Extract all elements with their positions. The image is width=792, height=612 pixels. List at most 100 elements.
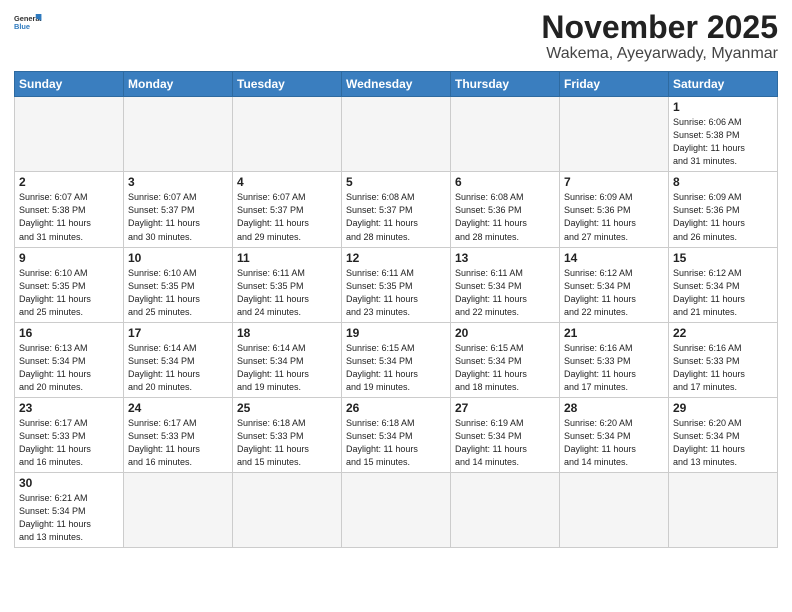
day-number: 29 <box>673 401 773 415</box>
day-info: Sunrise: 6:11 AM Sunset: 5:35 PM Dayligh… <box>346 267 446 319</box>
week-row-1: 2Sunrise: 6:07 AM Sunset: 5:38 PM Daylig… <box>15 172 778 247</box>
calendar-cell: 17 Sunrise: 6:14 AM Sunset: 5:34 PM Dayli… <box>124 322 233 397</box>
day-number: 3 <box>128 175 228 189</box>
day-info: Sunrise: 6:11 AM Sunset: 5:35 PM Dayligh… <box>237 267 337 319</box>
weekday-header-monday: Monday <box>124 72 233 97</box>
day-number: 13 <box>455 251 555 265</box>
day-number: 9 <box>19 251 119 265</box>
calendar-cell: 30Sunrise: 6:21 AM Sunset: 5:34 PM Dayli… <box>15 473 124 548</box>
day-number: 24 <box>128 401 228 415</box>
month-year-title: November 2025 <box>541 10 778 45</box>
calendar-cell: 8 Sunrise: 6:09 AM Sunset: 5:36 PM Daylig… <box>669 172 778 247</box>
calendar-cell <box>451 473 560 548</box>
day-number: 4 <box>237 175 337 189</box>
calendar-cell: 29 Sunrise: 6:20 AM Sunset: 5:34 PM Dayli… <box>669 397 778 472</box>
day-info: Sunrise: 6:17 AM Sunset: 5:33 PM Dayligh… <box>128 417 228 469</box>
weekday-header-friday: Friday <box>560 72 669 97</box>
day-info: Sunrise: 6:21 AM Sunset: 5:34 PM Dayligh… <box>19 492 119 544</box>
calendar-cell: 1Sunrise: 6:06 AM Sunset: 5:38 PM Daylig… <box>669 97 778 172</box>
day-number: 10 <box>128 251 228 265</box>
day-info: Sunrise: 6:17 AM Sunset: 5:33 PM Dayligh… <box>19 417 119 469</box>
calendar-cell: 20Sunrise: 6:15 AM Sunset: 5:34 PM Dayli… <box>451 322 560 397</box>
calendar-cell: 9 Sunrise: 6:10 AM Sunset: 5:35 PM Daylig… <box>15 247 124 322</box>
day-number: 23 <box>19 401 119 415</box>
day-info: Sunrise: 6:14 AM Sunset: 5:34 PM Dayligh… <box>237 342 337 394</box>
svg-text:Blue: Blue <box>14 22 30 31</box>
calendar-cell: 2Sunrise: 6:07 AM Sunset: 5:38 PM Daylig… <box>15 172 124 247</box>
title-block: November 2025 Wakema, Ayeyarwady, Myanma… <box>541 10 778 63</box>
calendar-cell <box>124 473 233 548</box>
calendar-cell <box>342 473 451 548</box>
calendar-cell: 24 Sunrise: 6:17 AM Sunset: 5:33 PM Dayli… <box>124 397 233 472</box>
day-number: 18 <box>237 326 337 340</box>
weekday-header-wednesday: Wednesday <box>342 72 451 97</box>
day-info: Sunrise: 6:07 AM Sunset: 5:38 PM Dayligh… <box>19 191 119 243</box>
day-info: Sunrise: 6:07 AM Sunset: 5:37 PM Dayligh… <box>237 191 337 243</box>
day-info: Sunrise: 6:10 AM Sunset: 5:35 PM Dayligh… <box>19 267 119 319</box>
day-number: 6 <box>455 175 555 189</box>
calendar-cell <box>233 97 342 172</box>
calendar-cell: 14 Sunrise: 6:12 AM Sunset: 5:34 PM Dayli… <box>560 247 669 322</box>
calendar-cell: 7Sunrise: 6:09 AM Sunset: 5:36 PM Daylig… <box>560 172 669 247</box>
day-info: Sunrise: 6:18 AM Sunset: 5:34 PM Dayligh… <box>346 417 446 469</box>
calendar-cell: 13 Sunrise: 6:11 AM Sunset: 5:34 PM Dayli… <box>451 247 560 322</box>
day-info: Sunrise: 6:15 AM Sunset: 5:34 PM Dayligh… <box>346 342 446 394</box>
day-number: 16 <box>19 326 119 340</box>
calendar-cell: 21Sunrise: 6:16 AM Sunset: 5:33 PM Dayli… <box>560 322 669 397</box>
calendar-cell: 28Sunrise: 6:20 AM Sunset: 5:34 PM Dayli… <box>560 397 669 472</box>
day-info: Sunrise: 6:09 AM Sunset: 5:36 PM Dayligh… <box>564 191 664 243</box>
page: GeneralBlue November 2025 Wakema, Ayeyar… <box>0 0 792 612</box>
day-number: 1 <box>673 100 773 114</box>
weekday-header-tuesday: Tuesday <box>233 72 342 97</box>
day-info: Sunrise: 6:11 AM Sunset: 5:34 PM Dayligh… <box>455 267 555 319</box>
week-row-0: 1Sunrise: 6:06 AM Sunset: 5:38 PM Daylig… <box>15 97 778 172</box>
calendar-cell: 19Sunrise: 6:15 AM Sunset: 5:34 PM Dayli… <box>342 322 451 397</box>
day-number: 25 <box>237 401 337 415</box>
location-subtitle: Wakema, Ayeyarwady, Myanmar <box>541 45 778 63</box>
day-info: Sunrise: 6:13 AM Sunset: 5:34 PM Dayligh… <box>19 342 119 394</box>
calendar-cell: 15 Sunrise: 6:12 AM Sunset: 5:34 PM Dayli… <box>669 247 778 322</box>
calendar-cell: 3 Sunrise: 6:07 AM Sunset: 5:37 PM Daylig… <box>124 172 233 247</box>
day-number: 22 <box>673 326 773 340</box>
day-info: Sunrise: 6:12 AM Sunset: 5:34 PM Dayligh… <box>673 267 773 319</box>
weekday-header-thursday: Thursday <box>451 72 560 97</box>
calendar-cell <box>233 473 342 548</box>
calendar-cell <box>124 97 233 172</box>
header: GeneralBlue November 2025 Wakema, Ayeyar… <box>14 10 778 63</box>
week-row-4: 23 Sunrise: 6:17 AM Sunset: 5:33 PM Dayli… <box>15 397 778 472</box>
day-number: 17 <box>128 326 228 340</box>
calendar-cell: 27Sunrise: 6:19 AM Sunset: 5:34 PM Dayli… <box>451 397 560 472</box>
calendar-cell <box>560 97 669 172</box>
day-number: 11 <box>237 251 337 265</box>
calendar-cell: 16 Sunrise: 6:13 AM Sunset: 5:34 PM Dayli… <box>15 322 124 397</box>
weekday-header-sunday: Sunday <box>15 72 124 97</box>
day-info: Sunrise: 6:15 AM Sunset: 5:34 PM Dayligh… <box>455 342 555 394</box>
calendar-cell: 25 Sunrise: 6:18 AM Sunset: 5:33 PM Dayli… <box>233 397 342 472</box>
calendar-body: 1Sunrise: 6:06 AM Sunset: 5:38 PM Daylig… <box>15 97 778 548</box>
day-info: Sunrise: 6:08 AM Sunset: 5:36 PM Dayligh… <box>455 191 555 243</box>
day-number: 28 <box>564 401 664 415</box>
calendar-cell: 6 Sunrise: 6:08 AM Sunset: 5:36 PM Daylig… <box>451 172 560 247</box>
day-info: Sunrise: 6:07 AM Sunset: 5:37 PM Dayligh… <box>128 191 228 243</box>
week-row-5: 30Sunrise: 6:21 AM Sunset: 5:34 PM Dayli… <box>15 473 778 548</box>
day-number: 8 <box>673 175 773 189</box>
calendar-cell <box>15 97 124 172</box>
day-info: Sunrise: 6:08 AM Sunset: 5:37 PM Dayligh… <box>346 191 446 243</box>
day-info: Sunrise: 6:19 AM Sunset: 5:34 PM Dayligh… <box>455 417 555 469</box>
calendar-cell: 10Sunrise: 6:10 AM Sunset: 5:35 PM Dayli… <box>124 247 233 322</box>
day-info: Sunrise: 6:20 AM Sunset: 5:34 PM Dayligh… <box>673 417 773 469</box>
calendar-cell <box>451 97 560 172</box>
calendar-header: SundayMondayTuesdayWednesdayThursdayFrid… <box>15 72 778 97</box>
day-info: Sunrise: 6:12 AM Sunset: 5:34 PM Dayligh… <box>564 267 664 319</box>
day-info: Sunrise: 6:18 AM Sunset: 5:33 PM Dayligh… <box>237 417 337 469</box>
day-number: 26 <box>346 401 446 415</box>
day-info: Sunrise: 6:09 AM Sunset: 5:36 PM Dayligh… <box>673 191 773 243</box>
calendar-cell: 11 Sunrise: 6:11 AM Sunset: 5:35 PM Dayli… <box>233 247 342 322</box>
weekday-row: SundayMondayTuesdayWednesdayThursdayFrid… <box>15 72 778 97</box>
day-number: 14 <box>564 251 664 265</box>
logo-icon: GeneralBlue <box>14 10 46 34</box>
day-info: Sunrise: 6:16 AM Sunset: 5:33 PM Dayligh… <box>673 342 773 394</box>
day-number: 15 <box>673 251 773 265</box>
day-info: Sunrise: 6:14 AM Sunset: 5:34 PM Dayligh… <box>128 342 228 394</box>
day-number: 21 <box>564 326 664 340</box>
